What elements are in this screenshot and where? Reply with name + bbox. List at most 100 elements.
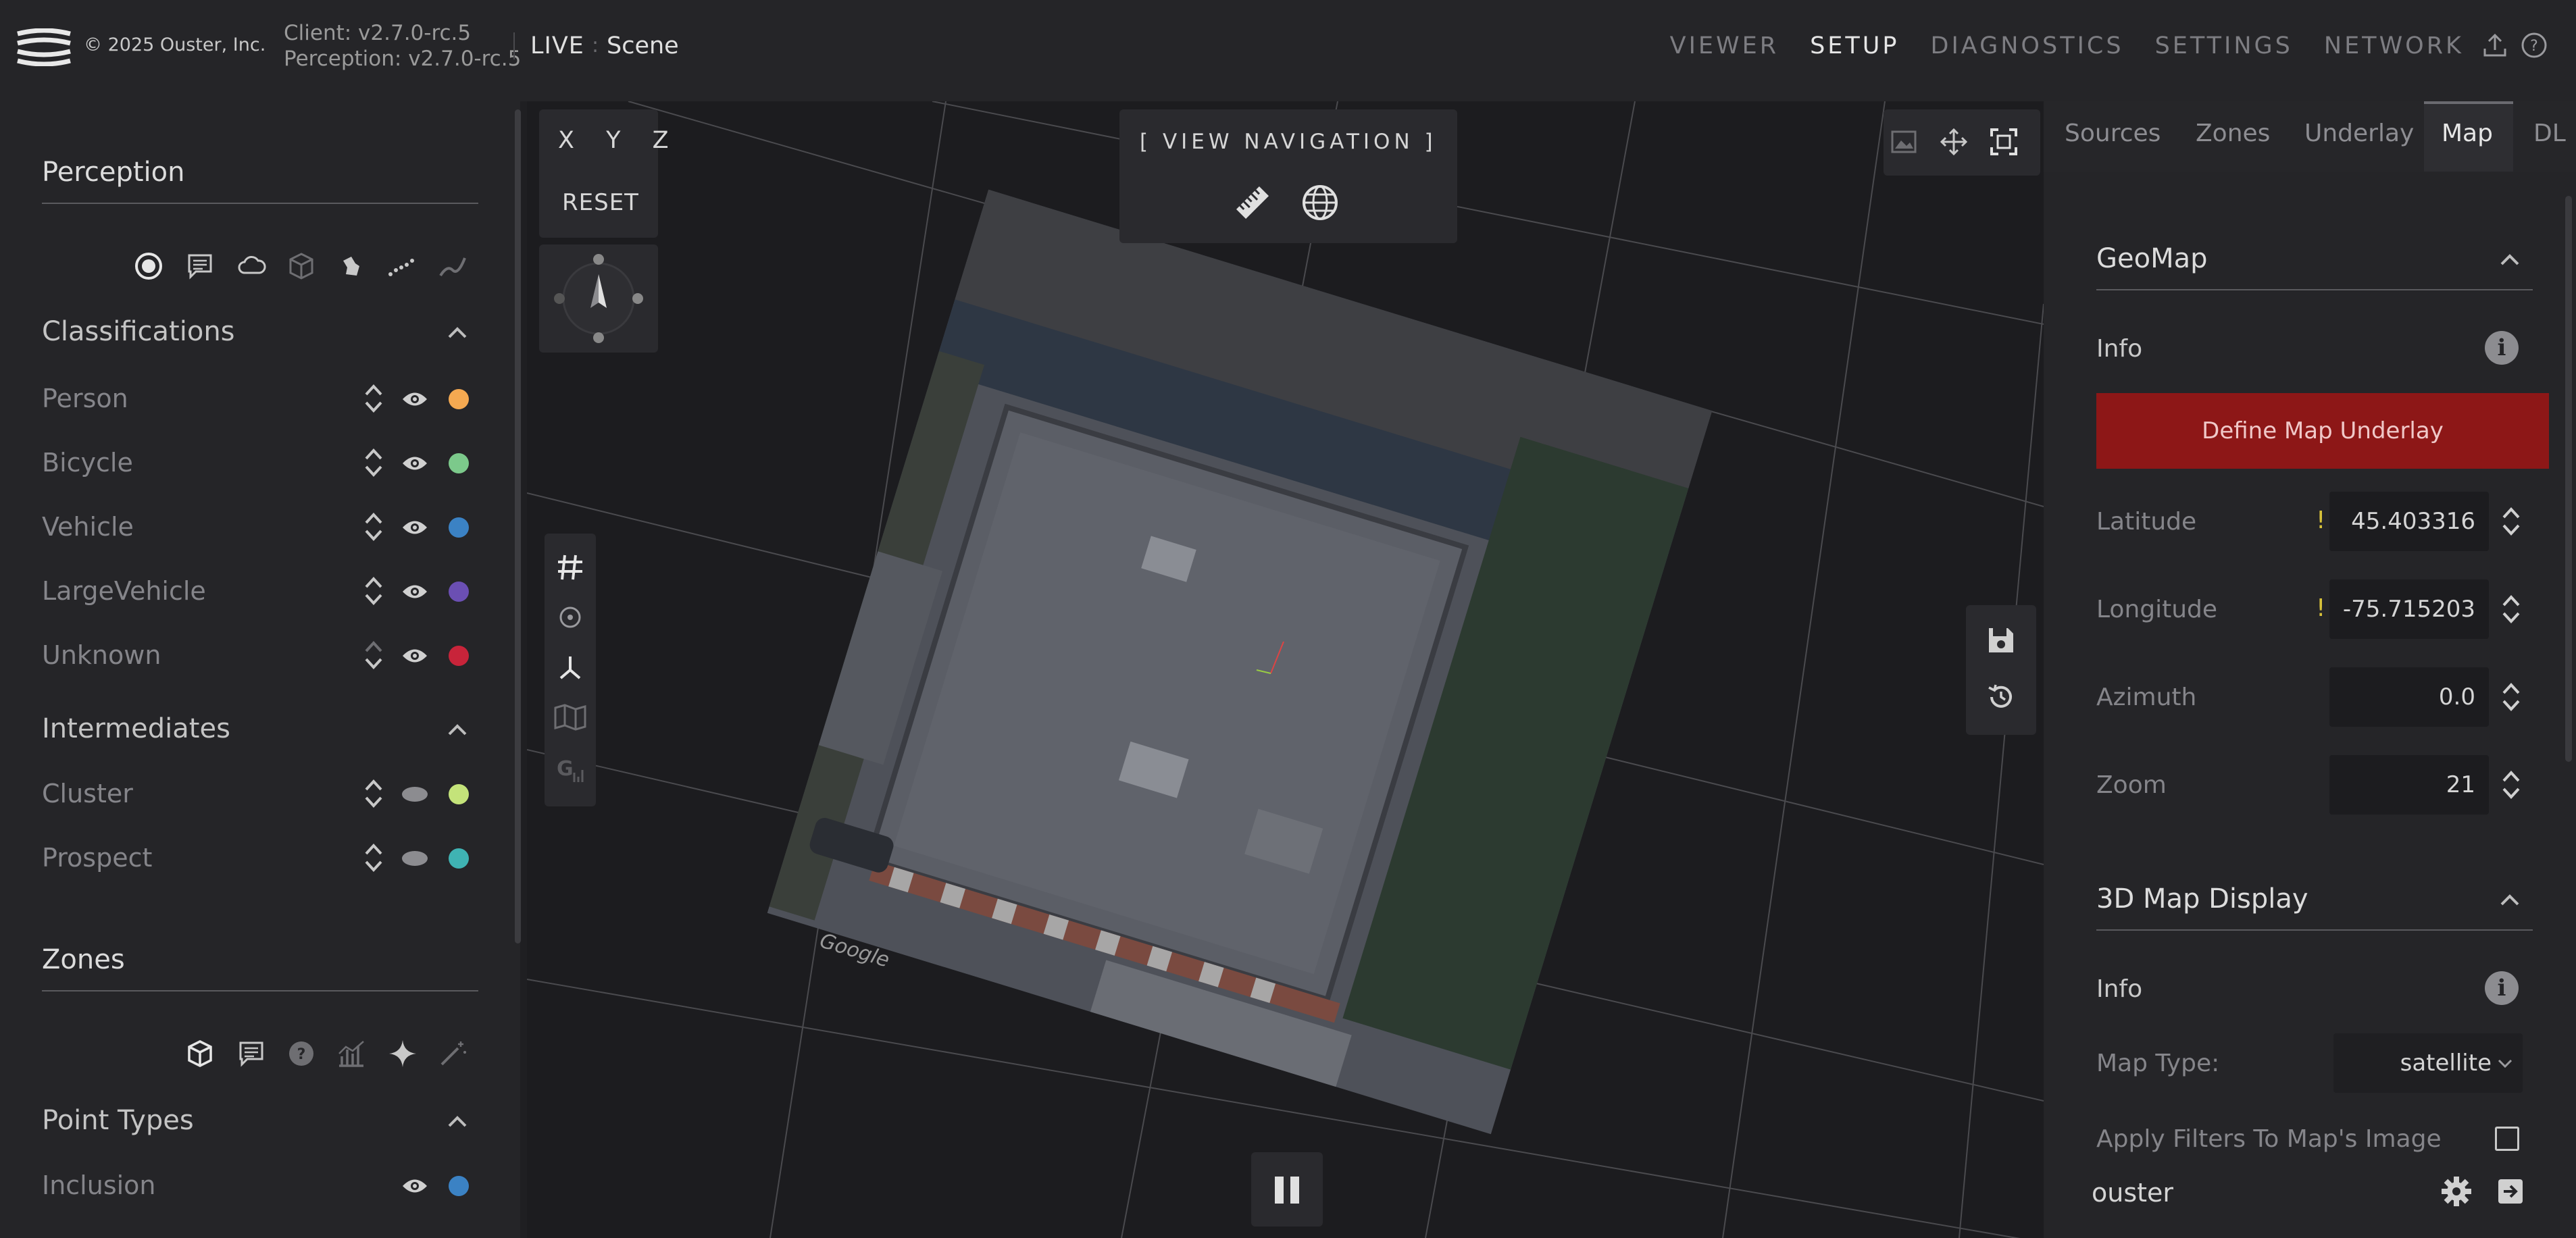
- color-swatch[interactable]: [449, 453, 469, 473]
- color-swatch[interactable]: [449, 1176, 469, 1196]
- target-icon[interactable]: [555, 602, 585, 632]
- reorder-icon[interactable]: [363, 575, 384, 607]
- eye-icon[interactable]: [401, 519, 428, 536]
- axes-icon[interactable]: [555, 652, 585, 682]
- view-navigation-label: [ VIEW NAVIGATION ]: [1140, 130, 1437, 154]
- tab-underlay[interactable]: Underlay: [2304, 120, 2414, 147]
- classifications-title: Classifications: [42, 316, 235, 347]
- color-swatch[interactable]: [449, 582, 469, 602]
- info-icon[interactable]: i: [2485, 971, 2519, 1005]
- viewport-scene[interactable]: [527, 101, 2044, 1238]
- longitude-input[interactable]: -75.715203: [2329, 579, 2489, 639]
- svg-text:?: ?: [297, 1046, 306, 1063]
- cube-icon[interactable]: [286, 251, 316, 281]
- zoom-input[interactable]: 21: [2329, 755, 2489, 815]
- chevron-up-icon[interactable]: [447, 326, 468, 339]
- reorder-icon[interactable]: [363, 777, 384, 810]
- ouster-logo-icon[interactable]: [16, 28, 72, 66]
- cloud-icon[interactable]: [236, 251, 266, 281]
- scene-label[interactable]: Scene: [607, 32, 679, 59]
- live-mode-label[interactable]: LIVE: [530, 32, 584, 59]
- question-icon[interactable]: ?: [286, 1039, 316, 1068]
- reorder-icon[interactable]: [363, 842, 384, 874]
- reorder-icon[interactable]: [363, 382, 384, 415]
- left-panel-scrollbar[interactable]: [515, 109, 521, 944]
- magic-wand-icon[interactable]: [438, 1039, 468, 1068]
- chevron-up-icon[interactable]: [447, 1114, 468, 1128]
- chevron-up-icon[interactable]: [447, 723, 468, 736]
- azimuth-input[interactable]: 0.0: [2329, 667, 2489, 727]
- sparkle-icon[interactable]: [388, 1039, 418, 1068]
- 3d-viewport[interactable]: Google: [527, 101, 2044, 1238]
- grid-icon[interactable]: [555, 552, 585, 582]
- eye-closed-icon[interactable]: [401, 850, 428, 867]
- color-swatch[interactable]: [449, 517, 469, 538]
- globe-icon[interactable]: [1301, 184, 1339, 222]
- move-icon[interactable]: [1939, 127, 1969, 157]
- help-icon[interactable]: ?: [2520, 31, 2548, 59]
- reorder-icon[interactable]: [363, 639, 384, 671]
- chevron-up-icon[interactable]: [2500, 253, 2520, 266]
- google-g-icon[interactable]: G: [554, 752, 586, 785]
- classification-label: Bicycle: [42, 448, 133, 478]
- chart-icon[interactable]: [336, 1039, 366, 1068]
- color-swatch[interactable]: [449, 848, 469, 869]
- map-type-select[interactable]: satellite: [2333, 1033, 2523, 1093]
- fit-screen-icon[interactable]: [1989, 127, 2019, 157]
- reorder-icon[interactable]: [363, 511, 384, 543]
- divider: [2096, 929, 2533, 931]
- compass-icon[interactable]: [551, 251, 646, 346]
- eye-icon[interactable]: [401, 1177, 428, 1195]
- color-swatch[interactable]: [449, 389, 469, 409]
- latitude-input[interactable]: 45.403316: [2329, 492, 2489, 551]
- warning-icon: !: [2316, 594, 2326, 622]
- eye-icon[interactable]: [401, 583, 428, 600]
- chevron-down-icon[interactable]: [2497, 1058, 2513, 1068]
- spinner-icon[interactable]: [2501, 679, 2521, 715]
- cube-outline-icon[interactable]: [185, 1039, 215, 1068]
- nav-setup[interactable]: SETUP: [1810, 32, 1899, 59]
- pause-icon[interactable]: [1271, 1174, 1303, 1206]
- define-map-underlay-button[interactable]: Define Map Underlay: [2096, 393, 2549, 469]
- spinner-icon[interactable]: [2501, 767, 2521, 802]
- eye-closed-icon[interactable]: [401, 785, 428, 803]
- eye-icon[interactable]: [401, 390, 428, 408]
- right-panel-scrollbar[interactable]: [2565, 196, 2572, 762]
- image-icon[interactable]: [1889, 127, 1919, 157]
- nav-viewer[interactable]: VIEWER: [1670, 32, 1779, 59]
- ruler-icon[interactable]: [1234, 184, 1271, 222]
- label-icon[interactable]: [236, 1039, 266, 1068]
- map-icon[interactable]: [553, 702, 588, 732]
- reset-button[interactable]: RESET: [562, 189, 639, 216]
- blob-icon[interactable]: [336, 251, 366, 281]
- nav-diagnostics[interactable]: DIAGNOSTICS: [1931, 32, 2124, 59]
- nav-settings[interactable]: SETTINGS: [2155, 32, 2293, 59]
- reorder-icon[interactable]: [363, 446, 384, 479]
- logout-icon[interactable]: [2494, 1175, 2527, 1208]
- save-icon[interactable]: [1986, 625, 2016, 655]
- history-icon[interactable]: [1986, 682, 2016, 712]
- intermediate-label: Prospect: [42, 843, 153, 873]
- target-icon[interactable]: [134, 251, 163, 281]
- axis-buttons[interactable]: X Y Z: [558, 127, 681, 154]
- tab-zones[interactable]: Zones: [2196, 120, 2270, 147]
- eye-icon[interactable]: [401, 455, 428, 472]
- color-swatch[interactable]: [449, 646, 469, 666]
- spinner-icon[interactable]: [2501, 592, 2521, 627]
- tab-map[interactable]: Map: [2442, 120, 2493, 147]
- label-icon[interactable]: [185, 251, 215, 281]
- upload-icon[interactable]: [2481, 31, 2509, 59]
- chevron-up-icon[interactable]: [2500, 893, 2520, 906]
- eye-icon[interactable]: [401, 647, 428, 665]
- trail-curve-icon[interactable]: [438, 251, 468, 281]
- dotted-trail-icon[interactable]: [386, 251, 416, 281]
- color-swatch[interactable]: [449, 784, 469, 804]
- tab-sources[interactable]: Sources: [2065, 120, 2161, 147]
- tab-dl[interactable]: DL: [2533, 120, 2566, 147]
- spinner-icon[interactable]: [2501, 504, 2521, 539]
- info-icon[interactable]: i: [2485, 331, 2519, 365]
- apply-filters-checkbox[interactable]: [2495, 1127, 2519, 1151]
- nav-network[interactable]: NETWORK: [2324, 32, 2464, 59]
- divider: [42, 203, 478, 204]
- gear-icon[interactable]: [2440, 1175, 2473, 1208]
